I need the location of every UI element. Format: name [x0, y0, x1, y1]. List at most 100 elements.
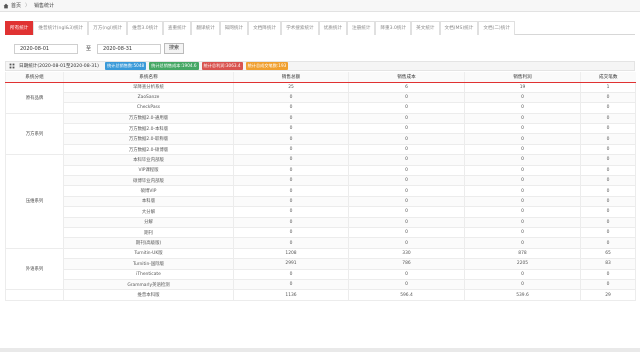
value-cell: 0 [348, 154, 465, 166]
value-cell: 0 [233, 195, 349, 208]
table-row: ZaoSanze 0 0 0 0 [6, 91, 636, 104]
system-name-cell: 万方数据2.0-本科版 [63, 123, 234, 135]
value-cell: 0 [580, 174, 636, 187]
end-date-input[interactable]: 2020-08-31 [97, 43, 162, 54]
value-cell: 0 [233, 123, 349, 135]
value-cell: 0 [233, 102, 349, 114]
tab-item[interactable]: 知网统计 [219, 21, 249, 35]
table-row: 维普本科版 1136 596.4 539.6 29 [5, 289, 636, 301]
tab-item[interactable]: 文档降统计 [248, 21, 282, 35]
value-cell: 2205 [464, 258, 581, 270]
breadcrumb-current[interactable]: 销售统计 [34, 2, 54, 9]
value-cell: 0 [233, 164, 349, 177]
value-cell: 596.4 [348, 289, 465, 301]
summary-badge: 统计总利润:3063.4 [201, 62, 243, 70]
value-cell: 83 [580, 258, 636, 270]
value-cell: 539.6 [464, 289, 581, 301]
value-cell: 0 [580, 102, 636, 114]
value-cell: 1136 [233, 289, 349, 301]
home-icon[interactable] [3, 3, 9, 9]
tab-item[interactable]: 维普统计(ngl&3)统计 [33, 21, 89, 35]
value-cell: 0 [464, 237, 581, 249]
horizontal-scrollbar[interactable] [0, 348, 640, 352]
table-row: 外语系列 Turnitin-UK版 1208 330 878 65 [5, 247, 636, 291]
value-cell: 0 [464, 185, 581, 197]
value-cell: 0 [348, 133, 465, 145]
system-name-cell: VIP课程版 [63, 164, 234, 177]
system-name-cell: Turnitin-国际版 [63, 258, 234, 270]
value-cell: 0 [464, 133, 581, 145]
table-row: 万方数据2.0-职称版 0 0 0 0 [6, 133, 636, 145]
value-cell: 0 [348, 174, 465, 187]
value-cell: 0 [348, 278, 465, 291]
top-navigation-bar: 首页 〉 销售统计 [0, 0, 640, 12]
system-name-cell: 硕博毕业内部版 [63, 174, 234, 187]
breadcrumb-separator: 〉 [25, 3, 31, 9]
table-row: 硕博VIP 0 0 0 0 [6, 185, 636, 197]
value-cell: 0 [580, 278, 636, 291]
table-row: 万方系列 万方数据2.0-通用版 0 0 0 0 [5, 112, 636, 156]
column-header: 销售利润 [464, 72, 581, 83]
value-cell: 0 [348, 102, 465, 114]
value-cell: 0 [348, 216, 465, 228]
value-cell: 0 [464, 268, 581, 280]
table-row: Turnitin-国际版 2991 786 2205 83 [6, 258, 636, 270]
system-name-cell: CheckPass [63, 102, 234, 114]
tab-item[interactable]: 文档(MS)统计 [439, 21, 479, 35]
statistics-tab-bar: 所有统计 维普统计(ngl&3)统计 万方(ngl)统计 维普3.0统计 查重统计 翻译统… [5, 21, 635, 35]
tab-item[interactable]: 查重统计 [162, 21, 192, 35]
group-cell: 万方系列 [5, 112, 64, 156]
value-cell: 0 [233, 154, 349, 166]
value-cell: 0 [580, 195, 636, 208]
value-cell: 0 [348, 143, 465, 156]
column-header: 系统分组 [5, 72, 64, 83]
value-cell: 0 [233, 278, 349, 291]
value-cell: 0 [464, 154, 581, 166]
tab-item[interactable]: 文档(二)统计 [478, 21, 515, 35]
column-header: 销售总额 [233, 72, 349, 83]
value-cell: 786 [348, 258, 465, 270]
summary-bar: 日期统计(2020-08-01至2020-08-31) 统计总销售数:5048 统… [5, 61, 635, 71]
summary-badge: 统计总成交笔数:193 [245, 62, 289, 70]
value-cell: 0 [348, 268, 465, 280]
value-cell: 0 [464, 143, 581, 156]
value-cell: 0 [580, 237, 636, 249]
tab-item[interactable]: 降重3.0统计 [375, 21, 412, 35]
summary-title: 日期统计(2020-08-01至2020-08-31) [19, 64, 99, 69]
value-cell: 25 [233, 81, 349, 93]
tab-item[interactable]: 优质统计 [318, 21, 348, 35]
system-name-cell: 大分解 [63, 206, 234, 218]
value-cell: 0 [233, 112, 349, 125]
system-name-cell: 万方数据2.0-硕博版 [63, 143, 234, 156]
system-name-cell: 期刊(高级版) [63, 237, 234, 249]
value-cell: 0 [464, 278, 581, 291]
group-cell [5, 289, 64, 301]
tab-item[interactable]: 所有统计 [5, 21, 34, 35]
start-date-input[interactable]: 2020-08-01 [14, 43, 78, 54]
value-cell: 0 [464, 174, 581, 187]
system-name-cell: 维普本科版 [63, 289, 234, 301]
tab-item[interactable]: 注册统计 [347, 21, 376, 35]
value-cell: 0 [348, 112, 465, 125]
tab-item[interactable]: 翻译统计 [191, 21, 220, 35]
value-cell: 0 [233, 174, 349, 187]
value-cell: 0 [348, 91, 465, 104]
group-cell: 压维系列 [5, 154, 64, 249]
value-cell: 0 [233, 143, 349, 156]
value-cell: 0 [580, 112, 636, 125]
system-name-cell: 万方数据2.0-职称版 [63, 133, 234, 145]
value-cell: 0 [348, 195, 465, 208]
tab-item[interactable]: 万方(ngl)统计 [88, 21, 128, 35]
search-button[interactable]: 搜索 [164, 43, 185, 54]
system-name-cell: 早降查分析系统 [63, 81, 234, 93]
value-cell: 0 [233, 237, 349, 249]
tab-item[interactable]: 英文统计 [411, 21, 440, 35]
value-cell: 878 [464, 247, 581, 260]
date-filter: 2020-08-01 至 2020-08-31 搜索 [14, 43, 185, 54]
tab-item[interactable]: 维普3.0统计 [127, 21, 163, 35]
value-cell: 0 [580, 206, 636, 218]
table-row: 硕博毕业内部版 0 0 0 0 [6, 174, 636, 187]
tab-item[interactable]: 学术搜索统计 [281, 21, 319, 35]
value-cell: 0 [464, 226, 581, 239]
breadcrumb-home[interactable]: 首页 [11, 2, 21, 9]
